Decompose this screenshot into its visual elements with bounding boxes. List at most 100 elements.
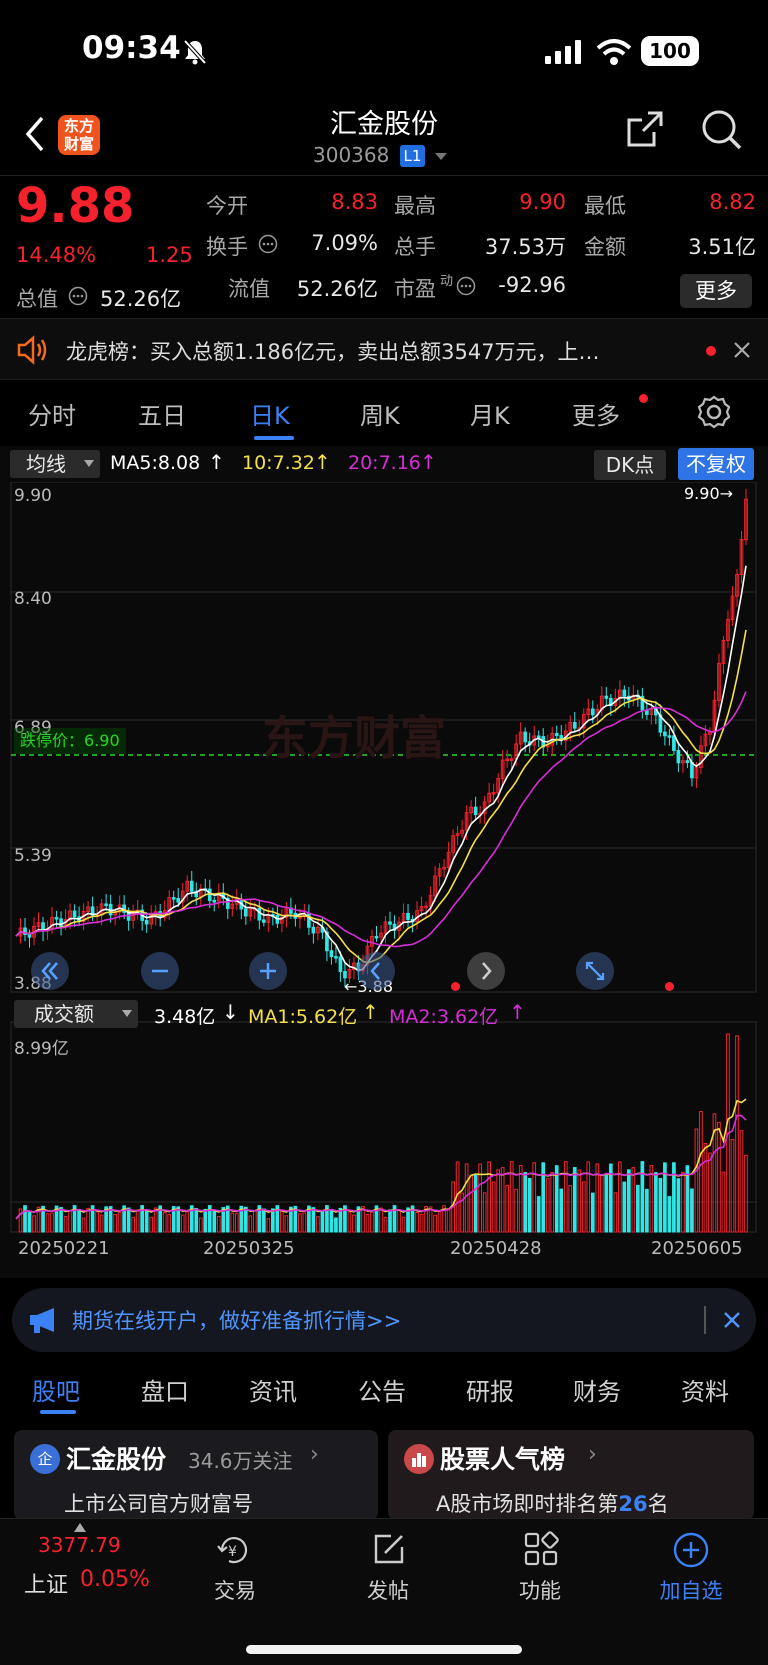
volume-bar-up bbox=[703, 1143, 708, 1233]
plus-circle-icon bbox=[673, 1532, 709, 1568]
volume-bar-down bbox=[536, 1196, 541, 1233]
tab-weekly-k[interactable]: 周K bbox=[360, 396, 400, 431]
info-tabs: 股吧 盘口 资讯 公告 研报 财务 资料 bbox=[0, 1362, 768, 1420]
volume-bar-down bbox=[203, 1208, 208, 1233]
tab-guba[interactable]: 股吧 bbox=[32, 1372, 80, 1407]
adjust-button[interactable]: 不复权 bbox=[678, 448, 754, 480]
volume-bar-up bbox=[744, 1154, 748, 1233]
candle-down bbox=[685, 760, 690, 764]
volume-bar-up bbox=[415, 1211, 419, 1233]
active-tab-underline bbox=[254, 436, 294, 440]
tab-news[interactable]: 资讯 bbox=[249, 1372, 297, 1407]
nav-functions[interactable]: 功能 bbox=[485, 1519, 595, 1619]
tab-daily-k[interactable]: 日K bbox=[250, 396, 290, 431]
signal-icon bbox=[545, 40, 581, 64]
gear-icon[interactable] bbox=[696, 394, 732, 430]
tab-pankou[interactable]: 盘口 bbox=[141, 1372, 189, 1407]
float-value: 52.26亿 bbox=[296, 277, 378, 301]
tab-five-day[interactable]: 五日 bbox=[138, 396, 186, 431]
company-card[interactable]: 企 汇金股份 34.6万关注 › 上市公司官方财富号 bbox=[14, 1430, 378, 1520]
volume-bar-up bbox=[717, 1121, 721, 1233]
bar-chart-icon bbox=[412, 1453, 426, 1467]
zoom-out-button[interactable] bbox=[141, 952, 179, 990]
company-card-title: 汇金股份 bbox=[66, 1445, 167, 1474]
info-dots-icon[interactable] bbox=[258, 234, 278, 254]
candle-down bbox=[104, 903, 108, 906]
candle-down bbox=[27, 933, 32, 938]
popularity-card-title: 股票人气榜 bbox=[440, 1445, 566, 1474]
more-quote-button[interactable]: 更多 bbox=[680, 274, 752, 308]
volume-bar-up bbox=[383, 1216, 388, 1233]
candle-down bbox=[667, 735, 672, 738]
volume-bar-down bbox=[590, 1192, 595, 1233]
high-label: 最高 bbox=[394, 194, 436, 218]
info-dots-icon[interactable] bbox=[456, 276, 476, 296]
volume-bar-up bbox=[347, 1211, 352, 1233]
volume-bar-up bbox=[505, 1184, 510, 1233]
volume-bar-down bbox=[261, 1208, 266, 1233]
volume-bar-down bbox=[194, 1207, 199, 1233]
candle-down bbox=[334, 956, 338, 959]
tab-intraday[interactable]: 分时 bbox=[28, 396, 76, 431]
grid-apps-icon bbox=[524, 1531, 559, 1566]
info-dots-icon[interactable] bbox=[68, 286, 88, 306]
volume-bar-up bbox=[735, 1035, 739, 1233]
kline-chart-area[interactable]: 均线 MA5:8.08 ↑ 10:7.32 ↑ 20:7.16 ↑ DK点 不复… bbox=[0, 446, 768, 1278]
volume-bar-up bbox=[298, 1213, 302, 1233]
company-badge-icon: 企 bbox=[30, 1444, 60, 1474]
volume-bar-up bbox=[316, 1216, 320, 1233]
candle-down bbox=[672, 735, 676, 751]
volume-bar-up bbox=[491, 1181, 496, 1233]
volume-bar-up bbox=[500, 1167, 505, 1233]
home-indicator[interactable] bbox=[246, 1645, 522, 1654]
tab-monthly-k[interactable]: 月K bbox=[470, 396, 510, 431]
tab-research[interactable]: 研报 bbox=[466, 1372, 514, 1407]
caret-down-icon[interactable] bbox=[434, 152, 448, 162]
ma20-value: 20:7.16 bbox=[348, 452, 421, 474]
level-badge[interactable]: L1 bbox=[400, 145, 425, 167]
search-icon[interactable] bbox=[700, 108, 742, 152]
new-dot bbox=[639, 394, 648, 403]
popularity-card[interactable]: 股票人气榜 › A股市场即时排名第26名 bbox=[388, 1430, 754, 1520]
scroll-left-fast-button[interactable] bbox=[31, 952, 69, 990]
volume-bar-down bbox=[559, 1188, 564, 1233]
volume-bar-up bbox=[581, 1181, 586, 1233]
volume-bar-up bbox=[568, 1185, 573, 1233]
nav-post[interactable]: 发帖 bbox=[333, 1519, 443, 1619]
volume-bar-down bbox=[23, 1205, 27, 1233]
nav-add-watchlist[interactable]: 加自选 bbox=[636, 1519, 746, 1619]
futures-banner[interactable]: 期货在线开户，做好准备抓行情>> bbox=[12, 1288, 756, 1352]
volume-bar-up bbox=[518, 1165, 523, 1233]
high-marker: 9.90→ bbox=[684, 484, 734, 503]
volume-bar-up bbox=[563, 1161, 568, 1233]
tab-finance[interactable]: 财务 bbox=[573, 1372, 621, 1407]
tab-profile[interactable]: 资料 bbox=[681, 1372, 729, 1407]
volume-bar-down bbox=[388, 1209, 392, 1233]
wifi-icon bbox=[596, 39, 632, 65]
tab-more[interactable]: 更多 bbox=[572, 396, 620, 431]
chevron-left-icon bbox=[370, 962, 380, 980]
zoom-in-button[interactable] bbox=[249, 952, 287, 990]
volume-bar-down bbox=[604, 1174, 609, 1233]
index-name: 上证 bbox=[24, 1573, 69, 1598]
share-icon[interactable] bbox=[624, 108, 666, 150]
volume-indicator-selector[interactable]: 成交额 bbox=[14, 1000, 138, 1028]
dk-point-button[interactable]: DK点 bbox=[594, 450, 666, 480]
fullscreen-button[interactable] bbox=[576, 952, 614, 990]
vol-ma1: MA1:5.62亿 bbox=[248, 1006, 358, 1028]
ranking-icon bbox=[404, 1444, 434, 1474]
ma-selector-label: 均线 bbox=[26, 452, 66, 476]
dragon-tiger-notice[interactable]: 龙虎榜：买入总额1.186亿元，卖出总额3547万元，上… bbox=[0, 318, 768, 380]
nav-trade[interactable]: ¥ 交易 bbox=[180, 1519, 290, 1619]
vol-ma2-arrow: ↑ bbox=[509, 1000, 526, 1024]
volume-bar-up bbox=[81, 1217, 86, 1233]
close-icon[interactable] bbox=[733, 341, 751, 359]
scroll-left-button[interactable] bbox=[357, 952, 395, 990]
scroll-right-button[interactable] bbox=[467, 952, 505, 990]
volume-bar-up bbox=[739, 1130, 744, 1233]
tab-announcements[interactable]: 公告 bbox=[358, 1372, 406, 1407]
index-ticker[interactable]: 3377.79 上证 0.05% bbox=[0, 1519, 150, 1619]
volume-bar-up bbox=[379, 1207, 383, 1233]
ma-selector[interactable]: 均线 bbox=[10, 450, 100, 478]
close-icon[interactable] bbox=[722, 1310, 742, 1330]
